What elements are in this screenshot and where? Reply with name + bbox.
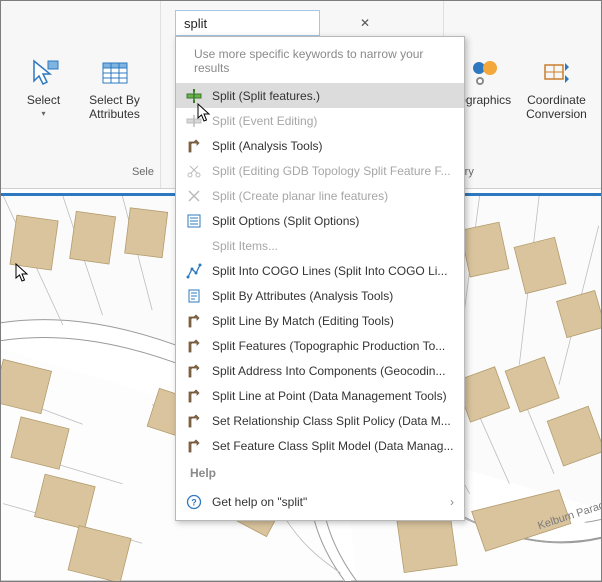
command-search-box[interactable]: ✕ [175,10,320,36]
ribbon-group-selection: Select ▾ Select By Attributes Sele [1,1,161,188]
help-icon: ? [186,494,202,510]
result-item[interactable]: Split Address Into Components (Geocodin.… [176,358,464,383]
clear-search-button[interactable]: ✕ [360,16,370,30]
select-by-attr-label2: Attributes [89,107,140,121]
hammer-icon [186,313,202,329]
result-item[interactable]: Split Into COGO Lines (Split Into COGO L… [176,258,464,283]
split-feature-gray-icon [186,113,202,129]
script-icon [186,288,202,304]
hammer-icon [186,413,202,429]
svg-text:?: ? [191,498,197,508]
select-label: Select [27,93,60,107]
coord-label1: Coordinate [527,93,586,107]
result-label: Split Address Into Components (Geocodin.… [212,364,445,378]
result-item[interactable]: Split (Analysis Tools) [176,133,464,158]
select-attributes-icon [99,57,131,89]
none-icon [186,238,202,254]
result-label: Split (Split features.) [212,89,320,103]
result-item[interactable]: Split Options (Split Options) [176,208,464,233]
coordinate-conversion-button[interactable]: Coordinate Conversion [518,53,596,125]
infographics-icon [468,57,500,89]
result-label: Split By Attributes (Analysis Tools) [212,289,393,303]
result-label: Split Features (Topographic Production T… [212,339,445,353]
coord-label2: Conversion [526,107,587,121]
select-button[interactable]: Select ▾ [10,53,78,125]
hammer-icon [186,338,202,354]
ribbon-group-label-left: Sele [132,166,154,182]
result-label: Split Items... [212,239,278,253]
result-item[interactable]: Split Features (Topographic Production T… [176,333,464,358]
select-by-attributes-button[interactable]: Select By Attributes [78,53,152,125]
result-label: Split Options (Split Options) [212,214,359,228]
result-label: Split Line at Point (Data Management Too… [212,389,447,403]
result-item[interactable]: Split Line By Match (Editing Tools) [176,308,464,333]
result-label: Split (Event Editing) [212,114,317,128]
result-item[interactable]: Split Line at Point (Data Management Too… [176,383,464,408]
get-help-label: Get help on "split" [212,495,307,509]
split-feature-icon [186,88,202,104]
result-item[interactable]: Set Feature Class Split Model (Data Mana… [176,433,464,458]
result-item[interactable]: Split (Split features.) [176,83,464,108]
x-gray-icon [186,188,202,204]
result-item: Split (Create planar line features) [176,183,464,208]
options-icon [186,213,202,229]
help-section-header: Help [176,458,464,486]
ribbon-group-inquiry: fographics Coordinate Conversion quiry [443,1,601,188]
select-by-attr-label1: Select By [89,93,140,107]
result-label: Set Relationship Class Split Policy (Dat… [212,414,451,428]
result-label: Split Line By Match (Editing Tools) [212,314,394,328]
result-item[interactable]: Set Relationship Class Split Policy (Dat… [176,408,464,433]
result-item[interactable]: Split By Attributes (Analysis Tools) [176,283,464,308]
result-item: Split Items... [176,233,464,258]
result-item: Split (Event Editing) [176,108,464,133]
chevron-right-icon: › [450,495,454,509]
search-results-dropdown: Use more specific keywords to narrow you… [175,36,465,521]
hammer-icon [186,363,202,379]
hammer-icon [186,388,202,404]
result-label: Split (Analysis Tools) [212,139,322,153]
get-help-item[interactable]: ? Get help on "split" › [176,486,464,520]
results-hint: Use more specific keywords to narrow you… [176,37,464,83]
result-label: Split (Editing GDB Topology Split Featur… [212,164,451,178]
search-input[interactable] [184,16,360,31]
coordinate-icon [541,57,573,89]
result-label: Split (Create planar line features) [212,189,388,203]
hammer-icon [186,138,202,154]
result-item: Split (Editing GDB Topology Split Featur… [176,158,464,183]
select-cursor-icon [28,57,60,89]
result-label: Set Feature Class Split Model (Data Mana… [212,439,453,453]
result-label: Split Into COGO Lines (Split Into COGO L… [212,264,447,278]
hammer-icon [186,438,202,454]
scissors-gray-icon [186,163,202,179]
cogo-icon [186,263,202,279]
